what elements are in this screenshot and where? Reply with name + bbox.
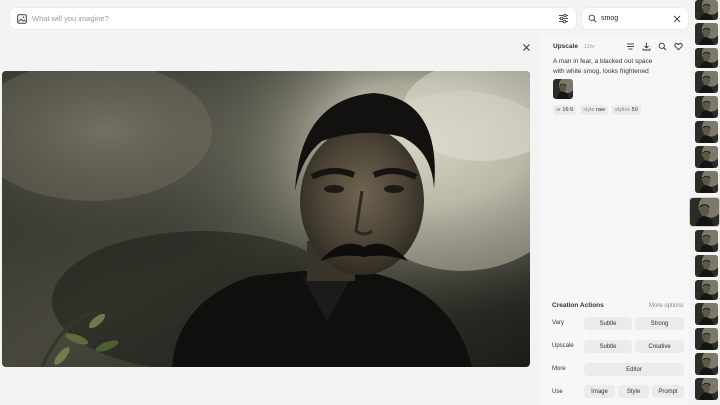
upscale-label: Upscale bbox=[552, 343, 574, 349]
param-chip[interactable]: style raw bbox=[580, 105, 608, 115]
history-thumbnail[interactable] bbox=[695, 353, 718, 375]
prompt-bar[interactable] bbox=[10, 8, 576, 29]
history-thumbnail[interactable] bbox=[695, 328, 718, 350]
close-icon[interactable] bbox=[673, 15, 681, 23]
heart-icon[interactable] bbox=[674, 42, 683, 51]
reference-thumbnail[interactable] bbox=[553, 79, 573, 99]
history-thumbnail[interactable] bbox=[695, 255, 718, 277]
use-style-button[interactable]: Style bbox=[618, 385, 649, 398]
sliders-icon[interactable] bbox=[558, 13, 569, 24]
history-thumbnail[interactable] bbox=[695, 280, 718, 300]
vary-strong-button[interactable]: Strong bbox=[635, 317, 684, 330]
menu-icon[interactable] bbox=[626, 42, 635, 51]
history-thumbnail-selected[interactable] bbox=[690, 198, 719, 226]
panel-icon-toolbar bbox=[626, 42, 683, 51]
close-icon[interactable] bbox=[522, 43, 531, 52]
image-icon[interactable] bbox=[17, 13, 27, 24]
parameter-chips: ar 16:9 style raw stylize 50 bbox=[553, 105, 641, 115]
panel-header: Upscale 11hr bbox=[553, 43, 595, 50]
use-prompt-button[interactable]: Prompt bbox=[652, 385, 684, 398]
panel-timestamp: 11hr bbox=[583, 44, 595, 50]
use-label: Use bbox=[552, 389, 563, 395]
editor-button[interactable]: Editor bbox=[584, 363, 684, 376]
history-thumbnail[interactable] bbox=[695, 171, 718, 193]
panel-title: Upscale bbox=[553, 43, 578, 50]
search-icon bbox=[588, 14, 597, 23]
history-thumbnail[interactable] bbox=[695, 0, 718, 20]
param-chip[interactable]: ar 16:9 bbox=[553, 105, 577, 115]
search-bar[interactable] bbox=[582, 8, 688, 29]
search-input[interactable] bbox=[601, 15, 671, 22]
history-thumbnail[interactable] bbox=[695, 303, 718, 325]
details-panel: Upscale 11hr A man in fear, a blacked ou… bbox=[541, 34, 689, 405]
creation-actions-title: Creation Actions bbox=[552, 302, 604, 309]
history-thumbnail[interactable] bbox=[695, 146, 718, 168]
history-thumbnail[interactable] bbox=[695, 96, 718, 118]
vary-subtle-button[interactable]: Subtle bbox=[584, 317, 632, 330]
prompt-input[interactable] bbox=[32, 14, 558, 23]
history-thumbnail[interactable] bbox=[695, 48, 718, 68]
more-label: More bbox=[552, 366, 566, 372]
upscale-subtle-button[interactable]: Subtle bbox=[584, 340, 632, 353]
search-icon[interactable] bbox=[658, 42, 667, 51]
prompt-text: A man in fear, a blacked out space with … bbox=[553, 58, 653, 75]
history-thumbnail[interactable] bbox=[695, 71, 718, 93]
use-image-button[interactable]: Image bbox=[584, 385, 615, 398]
generated-image[interactable] bbox=[2, 71, 530, 367]
download-icon[interactable] bbox=[642, 42, 651, 51]
history-thumbnail[interactable] bbox=[695, 378, 718, 400]
more-options-link[interactable]: More options bbox=[649, 303, 684, 309]
history-thumbnail[interactable] bbox=[695, 121, 718, 143]
param-chip[interactable]: stylize 50 bbox=[611, 105, 641, 115]
history-thumbnail-strip bbox=[693, 0, 720, 405]
history-thumbnail[interactable] bbox=[695, 230, 718, 252]
upscale-creative-button[interactable]: Creative bbox=[635, 340, 684, 353]
history-thumbnail[interactable] bbox=[695, 23, 718, 45]
vary-label: Vary bbox=[552, 320, 564, 326]
